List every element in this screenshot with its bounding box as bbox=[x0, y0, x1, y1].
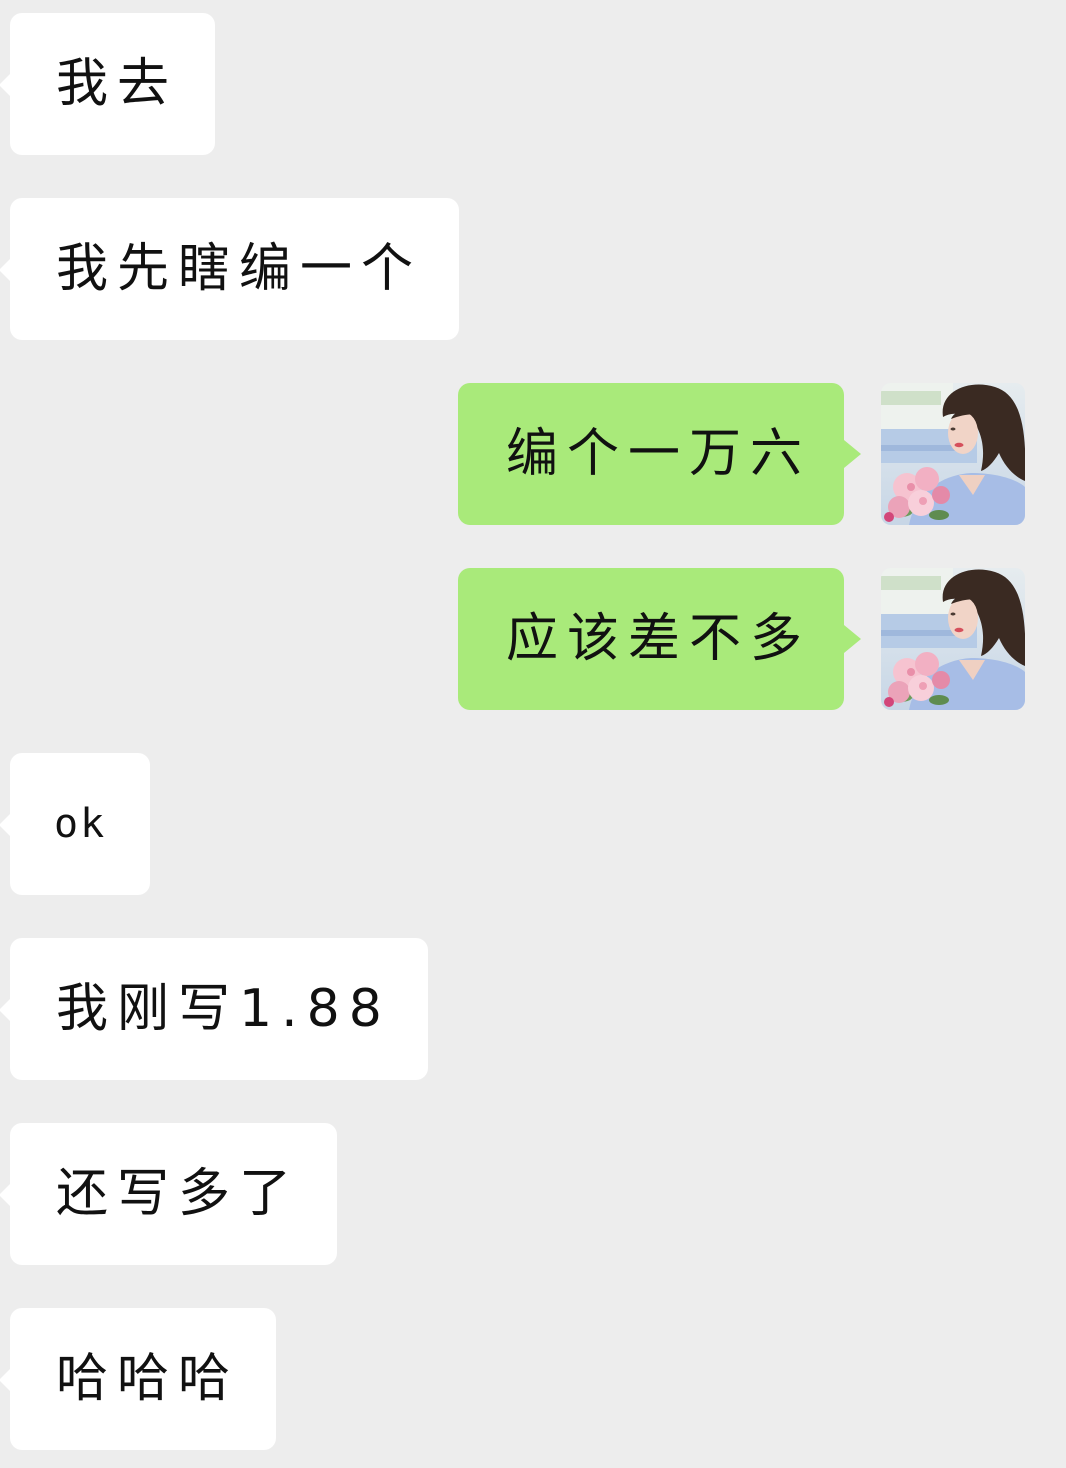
message-text: 我去 bbox=[56, 54, 179, 114]
message-text: 我刚写1.88 bbox=[56, 979, 391, 1039]
incoming-message-bubble[interactable]: 我刚写1.88 bbox=[0, 938, 428, 1080]
incoming-message-bubble[interactable]: 哈哈哈 bbox=[0, 1308, 277, 1450]
outgoing-message-bubble[interactable]: 编个一万六 bbox=[457, 383, 862, 525]
chat-message-list[interactable]: 我去 我先瞎编一个 编个一万六 应该差不多 ok 我刚写1.88 还写多了 哈哈… bbox=[0, 0, 1066, 1468]
incoming-message-bubble[interactable]: 我先瞎编一个 bbox=[0, 198, 460, 340]
message-text: 编个一万六 bbox=[505, 424, 811, 484]
message-row: 我去 bbox=[0, 13, 1066, 155]
incoming-message-bubble[interactable]: 还写多了 bbox=[0, 1123, 338, 1265]
message-row: 我刚写1.88 bbox=[0, 938, 1066, 1080]
message-text: 我先瞎编一个 bbox=[56, 239, 423, 299]
user-photo-avatar-icon bbox=[881, 568, 1025, 710]
message-row: 还写多了 bbox=[0, 1123, 1066, 1265]
message-text: ok bbox=[54, 801, 107, 847]
avatar[interactable] bbox=[881, 568, 1025, 710]
message-text: 应该差不多 bbox=[505, 609, 811, 669]
message-row: 哈哈哈 bbox=[0, 1308, 1066, 1450]
message-row: ok bbox=[0, 753, 1066, 895]
user-photo-avatar-icon bbox=[881, 383, 1025, 525]
avatar[interactable] bbox=[881, 383, 1025, 525]
message-row: 编个一万六 bbox=[0, 383, 1066, 525]
message-text: 还写多了 bbox=[56, 1164, 301, 1224]
message-row: 我先瞎编一个 bbox=[0, 198, 1066, 340]
message-row: 应该差不多 bbox=[0, 568, 1066, 710]
incoming-message-bubble[interactable]: ok bbox=[0, 753, 151, 895]
outgoing-message-bubble[interactable]: 应该差不多 bbox=[457, 568, 862, 710]
incoming-message-bubble[interactable]: 我去 bbox=[0, 13, 216, 155]
message-text: 哈哈哈 bbox=[56, 1349, 240, 1409]
